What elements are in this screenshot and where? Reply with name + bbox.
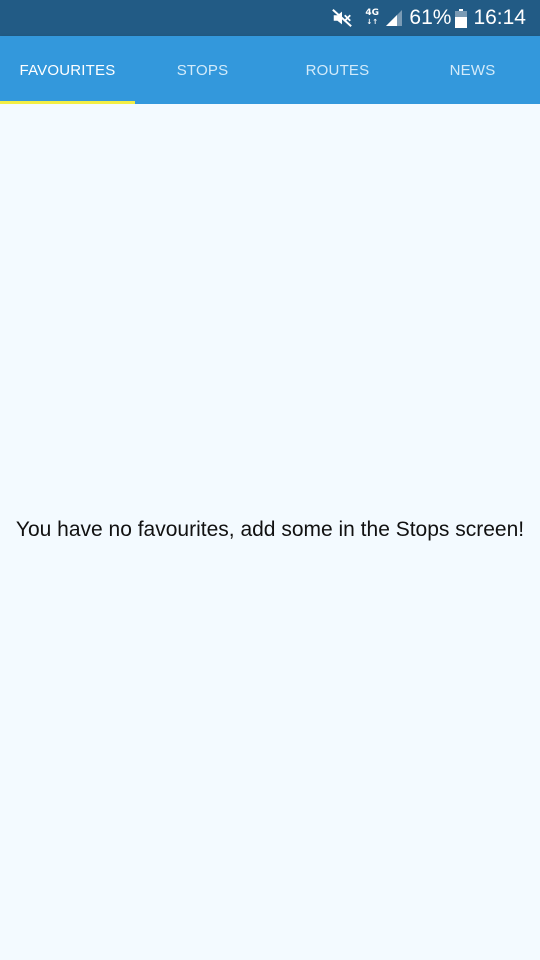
mute-icon bbox=[331, 7, 365, 29]
status-bar: 4G ↓↑ 61% 16:14 bbox=[0, 0, 540, 36]
tab-label: ROUTES bbox=[305, 61, 370, 79]
tab-bar: FAVOURITES STOPS ROUTES NEWS bbox=[0, 36, 540, 104]
favourites-content: You have no favourites, add some in the … bbox=[0, 104, 540, 960]
tab-routes[interactable]: ROUTES bbox=[270, 36, 405, 104]
empty-state-message: You have no favourites, add some in the … bbox=[15, 518, 525, 541]
tab-favourites[interactable]: FAVOURITES bbox=[0, 36, 135, 104]
network-type-icon: 4G ↓↑ bbox=[365, 8, 380, 27]
battery-icon bbox=[455, 8, 473, 28]
battery-percent: 61% bbox=[409, 6, 452, 29]
tab-label: FAVOURITES bbox=[19, 61, 116, 79]
clock: 16:14 bbox=[473, 6, 526, 29]
tab-stops[interactable]: STOPS bbox=[135, 36, 270, 104]
tab-label: NEWS bbox=[449, 61, 496, 79]
network-type-label: 4G bbox=[365, 8, 380, 18]
tab-news[interactable]: NEWS bbox=[405, 36, 540, 104]
signal-icon bbox=[385, 9, 409, 27]
tab-label: STOPS bbox=[176, 61, 229, 79]
